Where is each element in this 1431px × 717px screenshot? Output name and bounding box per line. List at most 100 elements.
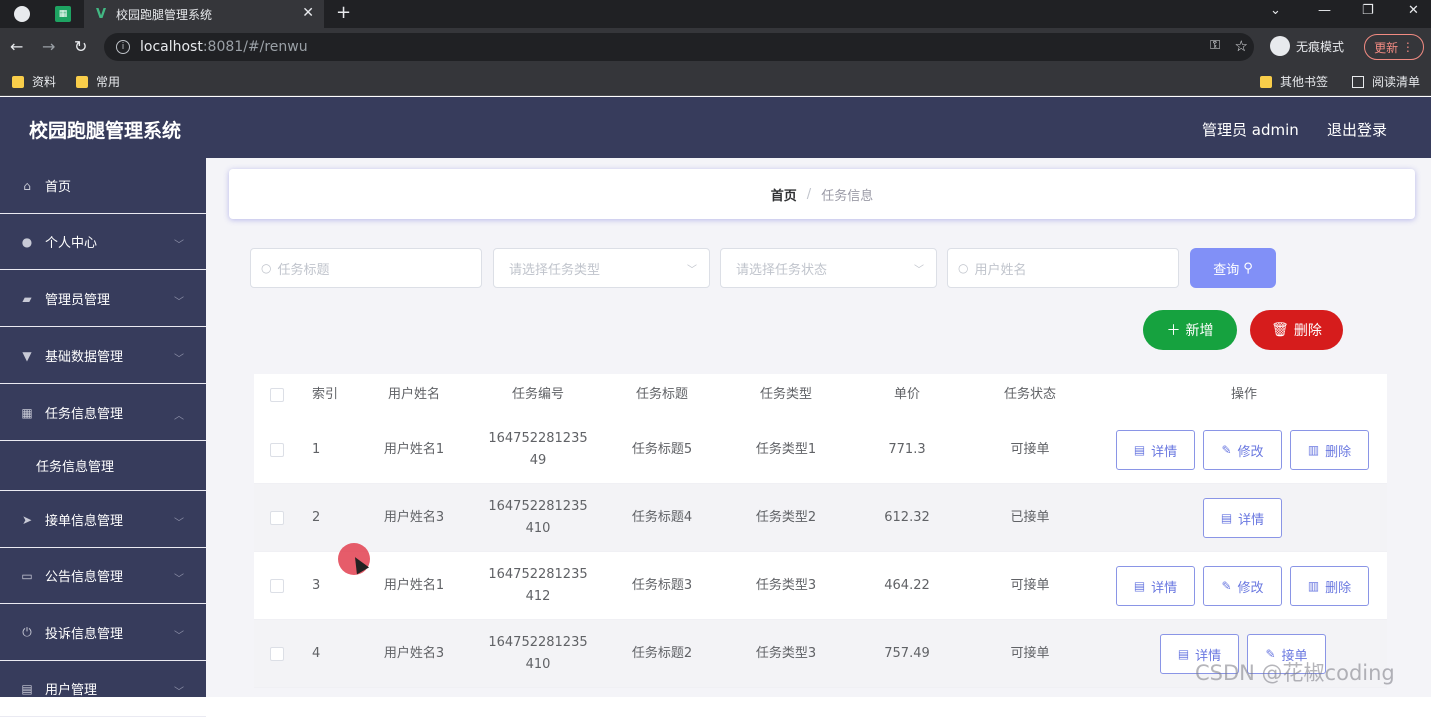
home-icon: ⌂ <box>23 178 31 193</box>
cell-task-title: 任务标题5 <box>631 442 693 457</box>
url-field[interactable]: i localhost:8081/#/renwu ⚿ ☆ <box>104 33 1254 61</box>
search-icon: ○ <box>958 261 969 275</box>
breadcrumb: 首页 / 任务信息 <box>229 169 1415 219</box>
task-title-input[interactable]: ○ 任务标题 <box>250 248 482 288</box>
cell-status: 已接单 <box>1010 510 1050 525</box>
tab-close-icon[interactable]: ✕ <box>302 5 314 21</box>
chevron-down-icon: ﹀ <box>174 240 184 251</box>
row-checkbox[interactable] <box>270 443 284 457</box>
send-icon: ➤ <box>21 512 33 527</box>
chevron-up-icon: ︿ <box>174 411 184 422</box>
table-row: 2 用户姓名3 164752281235 410 任务标题4 任务类型2 612.… <box>254 484 1387 552</box>
pinned-tab-sheet-icon[interactable]: ▦ <box>55 6 71 22</box>
bookmark-folder[interactable]: 资料 <box>12 73 56 90</box>
chevron-down-icon: ﹀ <box>914 265 924 276</box>
sidebar-item-orders[interactable]: ➤ 接单信息管理 ﹀ <box>0 492 206 548</box>
detail-button[interactable]: ▤ 详情 <box>1203 498 1282 538</box>
browser-tab-strip: ▦ V 校园跑腿管理系统 ✕ + ⌄ — ❐ ✕ <box>0 0 1431 28</box>
cell-status: 可接单 <box>1010 578 1050 593</box>
tab-search-icon[interactable]: ⌄ <box>1270 3 1281 18</box>
task-type-placeholder: 请选择任务类型 <box>509 262 601 278</box>
chevron-down-icon: ﹀ <box>174 574 184 585</box>
sidebar-subitem-tasks[interactable]: 任务信息管理 <box>0 441 206 491</box>
back-icon[interactable]: ← <box>10 37 23 56</box>
sidebar-item-home[interactable]: ⌂ 首页 <box>0 158 206 214</box>
update-label: 更新 <box>1374 40 1399 55</box>
sidebar-item-profile[interactable]: ● 个人中心 ﹀ <box>0 214 206 270</box>
header-user: 用户姓名 <box>387 387 440 402</box>
minimize-icon[interactable]: — <box>1318 3 1331 18</box>
reading-list[interactable]: 阅读清单 <box>1352 73 1420 90</box>
task-status-select[interactable]: 请选择任务状态 ﹀ <box>720 248 937 288</box>
chevron-down-icon: ﹀ <box>174 687 184 698</box>
watermark: CSDN @花椒coding <box>1195 661 1395 685</box>
key-icon[interactable]: ⚿ <box>1210 38 1220 53</box>
search-icon: ⚲ <box>1243 260 1253 276</box>
incognito-indicator[interactable]: 无痕模式 <box>1270 36 1344 56</box>
site-info-icon[interactable]: i <box>116 40 130 54</box>
detail-button[interactable]: ▤ 详情 <box>1116 566 1195 606</box>
cell-task-title: 任务标题3 <box>631 578 693 593</box>
bookmark-folder[interactable]: 常用 <box>76 73 120 90</box>
header-price: 单价 <box>893 387 920 402</box>
browser-tab-active[interactable]: V 校园跑腿管理系统 ✕ <box>84 0 324 28</box>
app-header: 校园跑腿管理系统 管理员 admin 退出登录 <box>0 97 1431 158</box>
forward-icon[interactable]: → <box>42 37 55 56</box>
plus-icon: ＋ <box>1166 323 1181 339</box>
sidebar-item-label: 投诉信息管理 <box>45 627 124 642</box>
task-type-select[interactable]: 请选择任务类型 ﹀ <box>493 248 710 288</box>
other-bookmarks[interactable]: 其他书签 <box>1260 73 1328 90</box>
new-tab-icon[interactable]: + <box>336 2 351 23</box>
header-task-title: 任务标题 <box>635 387 688 402</box>
user-name-input[interactable]: ○ 用户姓名 <box>947 248 1179 288</box>
row-checkbox[interactable] <box>270 647 284 661</box>
breadcrumb-home[interactable]: 首页 <box>771 185 797 204</box>
pinned-tab-globe-icon[interactable] <box>14 6 30 22</box>
cell-price: 464.22 <box>884 578 930 593</box>
row-checkbox[interactable] <box>270 511 284 525</box>
address-bar-row: ← → ↻ i localhost:8081/#/renwu ⚿ ☆ 无痕模式 … <box>0 28 1431 66</box>
close-window-icon[interactable]: ✕ <box>1408 3 1419 18</box>
sidebar-item-tasks[interactable]: ▦ 任务信息管理 ︿ <box>0 385 206 441</box>
admin-label: 管理员 admin <box>1202 121 1299 139</box>
breadcrumb-current: 任务信息 <box>821 188 874 204</box>
chevron-down-icon: ﹀ <box>174 297 184 308</box>
sidebar-item-base-data[interactable]: ▼ 基础数据管理 ﹀ <box>0 328 206 384</box>
batch-delete-button[interactable]: 🗑 删除 <box>1250 310 1343 350</box>
pencil-icon: ✎ <box>1221 443 1232 457</box>
delete-button[interactable]: ▥ 删除 <box>1290 430 1369 470</box>
table-row: 3 用户姓名1 164752281235 412 任务标题3 任务类型3 464.… <box>254 552 1387 620</box>
url-host: localhost <box>140 39 203 55</box>
row-checkbox[interactable] <box>270 579 284 593</box>
sidebar-item-users[interactable]: ▤ 用户管理 ﹀ <box>0 661 206 717</box>
sidebar-item-label: 首页 <box>45 180 72 195</box>
add-button[interactable]: ＋新增 <box>1143 310 1237 350</box>
sidebar-subitem-label: 任务信息管理 <box>36 460 115 475</box>
star-icon[interactable]: ☆ <box>1235 37 1248 55</box>
edit-button[interactable]: ✎ 修改 <box>1203 566 1282 606</box>
query-button[interactable]: 查询 ⚲ <box>1190 248 1276 288</box>
header-status: 任务状态 <box>1003 387 1056 402</box>
delete-button[interactable]: ▥ 删除 <box>1290 566 1369 606</box>
sidebar-item-complaints[interactable]: ⏻ 投诉信息管理 ﹀ <box>0 605 206 661</box>
detail-label: 详情 <box>1151 444 1178 460</box>
cell-task-type: 任务类型1 <box>755 442 817 457</box>
folder-icon <box>76 75 88 88</box>
cell-task-title: 任务标题4 <box>631 510 693 525</box>
reload-icon[interactable]: ↻ <box>74 37 87 56</box>
cell-task-type: 任务类型2 <box>755 510 817 525</box>
sidebar-item-notices[interactable]: ▭ 公告信息管理 ﹀ <box>0 548 206 604</box>
bookmarks-bar: 资料 常用 其他书签 阅读清单 <box>0 66 1431 96</box>
maximize-icon[interactable]: ❐ <box>1362 3 1374 18</box>
logout-link[interactable]: 退出登录 <box>1327 119 1387 140</box>
select-all-checkbox[interactable] <box>270 388 284 402</box>
sidebar-item-admins[interactable]: ▰ 管理员管理 ﹀ <box>0 271 206 327</box>
edit-label: 修改 <box>1237 580 1264 596</box>
cell-user: 用户姓名3 <box>383 646 445 661</box>
bookmark-label: 其他书签 <box>1280 75 1329 89</box>
update-button[interactable]: 更新 ⋮ <box>1364 34 1424 60</box>
detail-button[interactable]: ▤ 详情 <box>1116 430 1195 470</box>
trash-icon: ▥ <box>1307 579 1320 593</box>
cell-index: 4 <box>312 646 321 661</box>
edit-button[interactable]: ✎ 修改 <box>1203 430 1282 470</box>
